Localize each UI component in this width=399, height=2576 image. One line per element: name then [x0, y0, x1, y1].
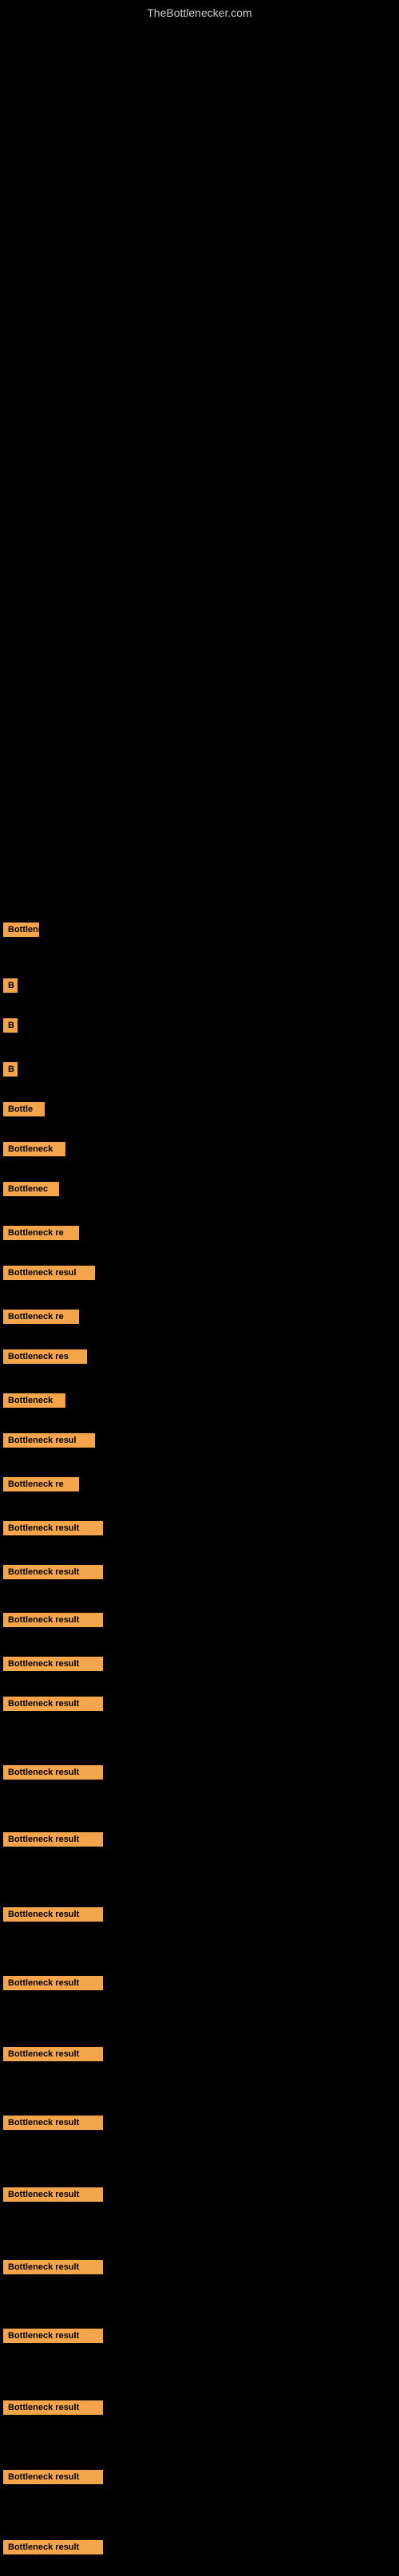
site-title: TheBottlenecker.com [0, 0, 399, 22]
bottleneck-result-bar: Bottleneck result [3, 2047, 103, 2061]
bottleneck-result-bar: B [3, 978, 18, 993]
bottleneck-bar-row: Bottleneck result [2, 1655, 103, 1677]
bottleneck-result-bar: Bottlenec [3, 1182, 59, 1196]
bottleneck-bar-row: Bottleneck result [2, 1831, 103, 1852]
bottleneck-result-bar: Bottleneck re [3, 1226, 79, 1240]
bottleneck-result-bar: B [3, 1062, 18, 1077]
bottleneck-bar-row: Bottleneck result [2, 1519, 103, 1541]
bottleneck-result-bar: Bottleneck result [3, 1697, 103, 1711]
bottleneck-bar-row: Bottleneck result [2, 1764, 103, 1785]
bottleneck-result-bar: B [3, 1018, 18, 1033]
bottleneck-result-bar: Bottleneck result [3, 1521, 103, 1535]
bottleneck-result-bar: Bottleneck result [3, 923, 39, 937]
bottleneck-result-bar: Bottleneck result [3, 2187, 103, 2202]
bottleneck-bar-row: Bottleneck res [2, 1348, 87, 1369]
bottleneck-result-bar: Bottleneck result [3, 1907, 103, 1922]
bottleneck-result-bar: Bottleneck result [3, 2116, 103, 2130]
bottleneck-result-bar: Bottleneck resul [3, 1433, 95, 1448]
bottleneck-bar-row: Bottleneck result [2, 921, 39, 942]
bottleneck-bar-row: B [2, 1061, 18, 1082]
bottleneck-bar-row: Bottleneck result [2, 2258, 103, 2280]
bottleneck-bar-row: B [2, 977, 18, 998]
bottleneck-bar-row: B [2, 1017, 18, 1038]
bottleneck-bar-row: Bottleneck result [2, 2045, 103, 2067]
bottleneck-result-bar: Bottleneck result [3, 1613, 103, 1627]
bottleneck-result-bar: Bottleneck re [3, 1477, 79, 1491]
bottleneck-bar-row: Bottleneck result [2, 1611, 103, 1633]
bottleneck-result-bar: Bottleneck [3, 1393, 65, 1408]
bottleneck-bar-row: Bottleneck re [2, 1308, 79, 1329]
bottleneck-bar-row: Bottleneck result [2, 1563, 103, 1585]
bottleneck-result-bar: Bottleneck result [3, 1657, 103, 1671]
bottleneck-bar-row: Bottleneck result [2, 2186, 103, 2207]
bottleneck-bar-row: Bottleneck result [2, 1695, 103, 1717]
bottleneck-bar-row: Bottlenec [2, 1180, 59, 1202]
bottleneck-bar-row: Bottleneck result [2, 2468, 103, 2490]
bottleneck-result-bar: Bottleneck result [3, 2470, 103, 2484]
bottleneck-result-bar: Bottle [3, 1102, 45, 1116]
bottleneck-result-bar: Bottleneck result [3, 1832, 103, 1847]
bottleneck-result-bar: Bottleneck result [3, 2540, 103, 2554]
bottleneck-bar-row: Bottleneck [2, 1392, 65, 1413]
bottleneck-result-bar: Bottleneck result [3, 2329, 103, 2343]
bottleneck-result-bar: Bottleneck resul [3, 1266, 95, 1280]
bottleneck-result-bar: Bottleneck re [3, 1310, 79, 1324]
bottleneck-bar-row: Bottleneck result [2, 1906, 103, 1927]
bottleneck-result-bar: Bottleneck result [3, 1765, 103, 1780]
bottleneck-result-bar: Bottleneck result [3, 2260, 103, 2274]
bottleneck-bar-row: Bottleneck resul [2, 1432, 95, 1453]
bottleneck-bar-row: Bottleneck result [2, 2114, 103, 2135]
bottleneck-result-bar: Bottleneck res [3, 1349, 87, 1364]
bottleneck-bar-row: Bottleneck resul [2, 1264, 95, 1286]
bottleneck-bar-row: Bottleneck result [2, 1974, 103, 1996]
bottleneck-bar-row: Bottleneck re [2, 1224, 79, 1246]
bottleneck-result-bar: Bottleneck result [3, 2400, 103, 2415]
bottleneck-result-bar: Bottleneck result [3, 1565, 103, 1579]
bottleneck-bar-row: Bottleneck result [2, 2327, 103, 2349]
bottleneck-bar-row: Bottleneck result [2, 2538, 103, 2560]
bottleneck-bar-row: Bottle [2, 1100, 45, 1122]
bottleneck-bar-row: Bottleneck re [2, 1476, 79, 1497]
bottleneck-bar-row: Bottleneck [2, 1140, 65, 1162]
bottleneck-result-bar: Bottleneck result [3, 1976, 103, 1990]
bottleneck-bar-row: Bottleneck result [2, 2399, 103, 2420]
bottleneck-result-bar: Bottleneck [3, 1142, 65, 1156]
